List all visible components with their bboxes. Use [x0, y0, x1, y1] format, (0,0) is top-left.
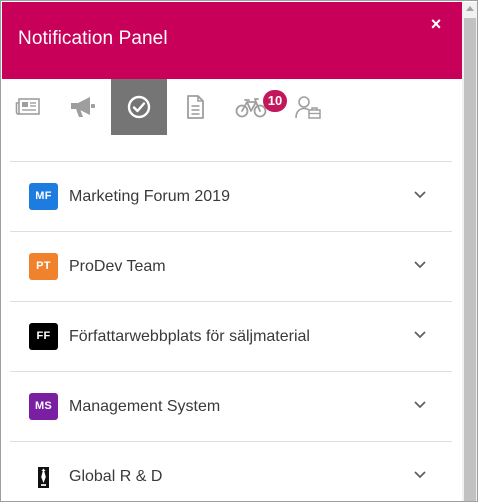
logo-image-icon: [29, 463, 58, 492]
scrollbar-thumb[interactable]: [464, 18, 476, 501]
chevron-down-icon[interactable]: [413, 260, 427, 270]
list-item-management-system[interactable]: MS Management System: [10, 371, 452, 441]
document-icon: [185, 94, 205, 120]
group-avatar: MS: [29, 393, 58, 420]
panel-title: Notification Panel: [18, 28, 168, 49]
panel-header: Notification Panel ×: [2, 2, 462, 79]
tab-news[interactable]: [6, 79, 50, 135]
notification-panel: Notification Panel × 10 MF Marketing For…: [0, 0, 478, 502]
chevron-down-icon[interactable]: [413, 470, 427, 480]
group-avatar: [29, 463, 58, 492]
tab-announcements[interactable]: [58, 79, 108, 135]
newspaper-icon: [15, 97, 41, 117]
group-name: ProDev Team: [69, 258, 166, 275]
group-avatar: FF: [29, 323, 58, 350]
chevron-down-icon[interactable]: [413, 330, 427, 340]
tab-team[interactable]: [288, 79, 328, 135]
group-avatar: MF: [29, 183, 58, 210]
scrollbar[interactable]: [462, 2, 477, 501]
chevron-down-icon[interactable]: [413, 190, 427, 200]
tab-bar: [2, 79, 462, 137]
group-name: Global R & D: [69, 468, 163, 485]
chevron-down-icon[interactable]: [413, 400, 427, 410]
group-name: Författarwebbplats för säljmaterial: [69, 328, 310, 345]
check-circle-icon: [126, 94, 152, 120]
user-briefcase-icon: [294, 94, 322, 120]
tab-documents[interactable]: [174, 79, 216, 135]
megaphone-icon: [68, 94, 98, 120]
scroll-up-arrow-icon[interactable]: [466, 6, 474, 11]
group-name: Marketing Forum 2019: [69, 188, 230, 205]
group-list: MF Marketing Forum 2019 PT ProDev Team F…: [10, 161, 452, 501]
activities-count-badge: 10: [263, 90, 287, 112]
list-item-forfattarwebbplats[interactable]: FF Författarwebbplats för säljmaterial: [10, 301, 452, 371]
group-name: Management System: [69, 398, 221, 415]
list-item-marketing-forum[interactable]: MF Marketing Forum 2019: [10, 161, 452, 231]
group-avatar: PT: [29, 253, 58, 280]
close-icon[interactable]: ×: [426, 14, 446, 34]
list-item-prodev-team[interactable]: PT ProDev Team: [10, 231, 452, 301]
list-item-global-rd[interactable]: Global R & D: [10, 441, 452, 501]
tab-tasks[interactable]: [111, 79, 167, 135]
